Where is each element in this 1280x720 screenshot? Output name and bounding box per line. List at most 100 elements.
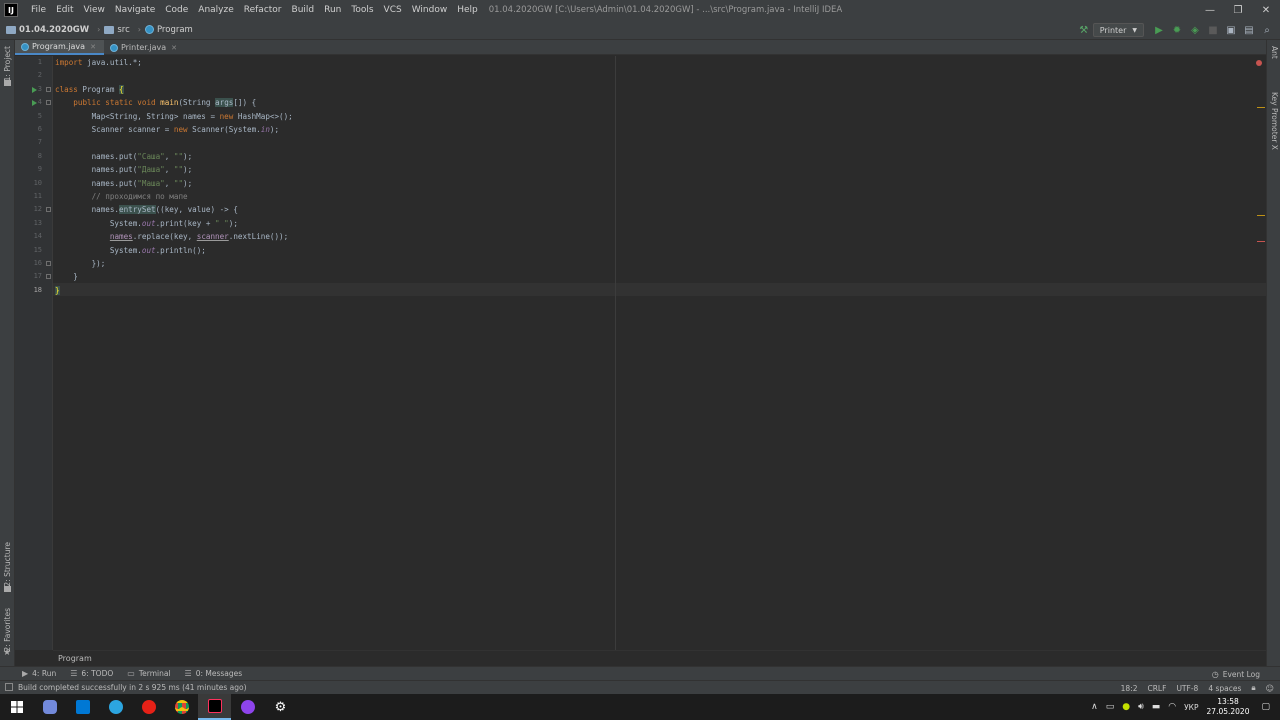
tray-app-icon[interactable]: ● [1122, 702, 1130, 712]
breadcrumb-project-label: 01.04.2020GW [19, 24, 90, 35]
warning-stripe-mark[interactable] [1257, 215, 1265, 216]
caret-line-highlight [53, 283, 1266, 297]
close-icon[interactable]: ✕ [90, 43, 96, 51]
battery-icon[interactable]: ▬ [1152, 702, 1161, 712]
menu-refactor[interactable]: Refactor [239, 0, 287, 20]
clock[interactable]: 13:58 27.05.2020 [1207, 697, 1250, 717]
minimize-button[interactable]: — [1196, 0, 1224, 20]
menu-window[interactable]: Window [407, 0, 453, 20]
error-indicator-icon[interactable] [1256, 60, 1262, 66]
breadcrumb-src[interactable]: src [104, 25, 130, 35]
vscode-icon[interactable] [66, 694, 99, 720]
fold-icon[interactable] [46, 100, 51, 105]
clock-time: 13:58 [1217, 697, 1239, 706]
menu-tools[interactable]: Tools [346, 0, 378, 20]
code-line: class Program { [55, 84, 124, 94]
chevron-up-icon[interactable]: ∧ [1091, 702, 1098, 712]
breadcrumb-program[interactable]: Program [144, 24, 193, 35]
fold-icon[interactable] [46, 87, 51, 92]
fold-icon[interactable] [46, 261, 51, 266]
caret-position[interactable]: 18:2 [1121, 684, 1138, 693]
line-number: 14 [33, 232, 42, 241]
event-log-tab[interactable]: ◷ Event Log [1212, 667, 1260, 681]
run-configuration-select[interactable]: Printer ▼ [1092, 23, 1144, 37]
restore-button[interactable]: ❐ [1224, 0, 1252, 20]
run-gutter-icon[interactable] [32, 87, 37, 93]
stop-icon[interactable]: ■ [1204, 20, 1222, 40]
telegram-icon[interactable] [99, 694, 132, 720]
fold-icon[interactable] [46, 207, 51, 212]
warning-stripe-mark[interactable] [1257, 107, 1265, 108]
inspector-icon[interactable]: ☺ [1266, 684, 1274, 693]
terminal-tool-label: Terminal [138, 669, 171, 678]
youtube-icon[interactable] [132, 694, 165, 720]
discord-icon[interactable] [33, 694, 66, 720]
settings-gear-icon[interactable]: ⚙ [264, 694, 297, 720]
project-tool-tab[interactable]: 1: Project [3, 46, 12, 81]
tab-program-java[interactable]: Program.java ✕ [15, 40, 104, 55]
windows-taskbar: ⚙ ∧ ▭ ● 🔊︎ ▬ ◠ УКР 13:58 27.05.2020 ▢ [0, 694, 1280, 720]
line-number: 3 [37, 84, 42, 93]
window-title: 01.04.2020GW [C:\Users\Admin\01.04.2020G… [488, 5, 843, 15]
run-gutter-icon[interactable] [32, 100, 37, 106]
menu-vcs[interactable]: VCS [379, 0, 407, 20]
notifications-icon[interactable]: ▢ [1261, 702, 1270, 712]
chrome-icon[interactable] [165, 694, 198, 720]
menu-edit[interactable]: Edit [51, 0, 78, 20]
structure-tool-tab[interactable]: 2: Structure [3, 542, 12, 587]
menu-view[interactable]: View [79, 0, 110, 20]
messages-tool-tab[interactable]: ☰ 0: Messages [185, 669, 243, 678]
menu-file[interactable]: File [26, 0, 51, 20]
podcast-icon[interactable] [231, 694, 264, 720]
indent-setting[interactable]: 4 spaces [1208, 684, 1241, 693]
breadcrumb-project[interactable]: 01.04.2020GW [6, 25, 89, 35]
project-structure-icon[interactable]: ▣ [1222, 20, 1240, 40]
menu-help[interactable]: Help [452, 0, 483, 20]
menu-run[interactable]: Run [319, 0, 346, 20]
menu-code[interactable]: Code [160, 0, 193, 20]
fold-icon[interactable] [46, 274, 51, 279]
editor-breadcrumb[interactable]: Program [53, 650, 1266, 666]
editor-tab-bar: Program.java ✕ Printer.java ✕ [15, 40, 1266, 55]
search-everywhere-icon[interactable]: ⌕ [1258, 20, 1276, 40]
tab-printer-java[interactable]: Printer.java ✕ [104, 40, 185, 55]
debug-icon[interactable]: ✹ [1168, 20, 1186, 40]
project-folder-icon [6, 25, 16, 34]
breadcrumb-program-label: Program [156, 24, 193, 35]
close-icon[interactable]: ✕ [171, 44, 177, 52]
code-line: // проходимся по мапе [91, 192, 188, 201]
menu-analyze[interactable]: Analyze [193, 0, 238, 20]
key-promoter-tool-tab[interactable]: Key Promoter X [1270, 92, 1279, 150]
wifi-icon[interactable]: ◠ [1168, 702, 1176, 712]
terminal-tool-tab[interactable]: ▭ Terminal [127, 669, 170, 678]
favorites-tool-tab[interactable]: 2: Favorites [3, 608, 12, 652]
menu-navigate[interactable]: Navigate [110, 0, 160, 20]
close-button[interactable]: ✕ [1252, 0, 1280, 20]
java-class-icon [21, 42, 29, 51]
line-number: 2 [37, 71, 42, 80]
code-editor[interactable]: 1 2 3 4 5 6 7 8 9 10 11 12 13 14 15 16 1… [15, 56, 1266, 650]
code-line: names.put("Даша", ""); [55, 165, 193, 175]
lock-icon[interactable]: 🔒︎ [1251, 683, 1255, 693]
start-icon[interactable] [0, 694, 33, 720]
network-icon[interactable]: ▭ [1106, 702, 1115, 712]
todo-tool-tab[interactable]: ☰ 6: TODO [70, 669, 113, 678]
layout-icon[interactable]: ▤ [1240, 20, 1258, 40]
menu-build[interactable]: Build [287, 0, 320, 20]
hammer-icon[interactable]: ⚒ [1075, 20, 1093, 40]
line-separator[interactable]: CRLF [1147, 684, 1166, 693]
ant-tool-tab[interactable]: Ant [1270, 46, 1279, 59]
intellij-taskbar-icon[interactable] [198, 694, 231, 720]
line-number: 15 [33, 245, 42, 254]
run-tool-tab[interactable]: ▶ 4: Run [22, 669, 56, 678]
run-icon[interactable]: ▶ [1150, 20, 1168, 40]
error-stripe-mark[interactable] [1257, 241, 1265, 242]
volume-icon[interactable]: 🔊︎ [1138, 702, 1144, 712]
code-line: System.out.print(key + " "); [55, 218, 238, 228]
tool-windows-icon[interactable] [5, 683, 13, 691]
coverage-icon[interactable]: ◈ [1186, 20, 1204, 40]
input-language[interactable]: УКР [1184, 703, 1198, 712]
file-encoding[interactable]: UTF-8 [1176, 684, 1198, 693]
messages-tool-label: 0: Messages [195, 669, 243, 678]
system-tray: ∧ ▭ ● 🔊︎ ▬ ◠ УКР 13:58 27.05.2020 ▢ [1087, 694, 1280, 720]
